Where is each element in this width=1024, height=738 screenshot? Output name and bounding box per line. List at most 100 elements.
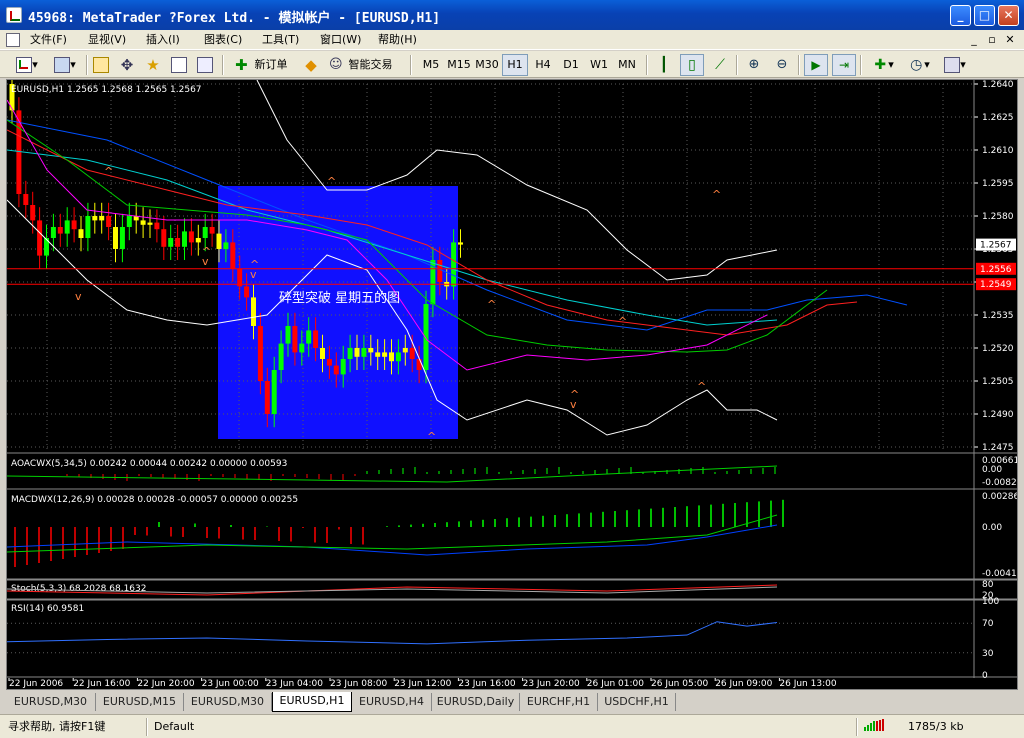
expert-advisors-button[interactable]: ☺ 智能交易: [326, 54, 402, 76]
chart-annotation: 碎型突破 星期五的图: [279, 290, 400, 306]
time-tick-label: 22 Jun 16:00: [73, 679, 130, 689]
menu-help[interactable]: 帮助(H): [376, 32, 419, 48]
candle-body: [368, 348, 374, 353]
profiles-button[interactable]: ▾: [48, 54, 82, 76]
app-icon[interactable]: [6, 7, 22, 23]
new-order-icon: ✚: [235, 56, 248, 74]
chart-window[interactable]: 1.26401.26251.26101.25951.25801.25651.25…: [6, 79, 1018, 690]
favorites-button[interactable]: ★: [142, 54, 164, 76]
menu-insert[interactable]: 插入(I): [144, 32, 182, 48]
candle-body: [209, 227, 215, 234]
price-tick-label: 1.2640: [982, 80, 1014, 90]
chart-shift-button[interactable]: ⇥: [832, 54, 856, 76]
indicators-button[interactable]: ✚ ▾: [866, 54, 900, 76]
periods-button[interactable]: ◷ ▾: [902, 54, 936, 76]
zoom-in-button[interactable]: ⊕: [742, 54, 766, 76]
candle-body: [92, 216, 98, 221]
price-tick-label: 1.2610: [982, 146, 1014, 156]
timeframe-d1[interactable]: D1: [558, 54, 584, 76]
tab-eurusd-daily[interactable]: EURUSD,Daily: [432, 693, 520, 711]
candle-body: [451, 242, 457, 287]
status-help-text: 寻求帮助, 请按F1键: [8, 720, 106, 733]
price-tag-label-2: 1.2549: [980, 280, 1012, 290]
chart-canvas[interactable]: 1.26401.26251.26101.25951.25801.25651.25…: [7, 80, 1017, 689]
aoac-label: AOACWX(5,34,5) 0.00242 0.00044 0.00242 0…: [11, 459, 287, 469]
tab-eurusd-m15[interactable]: EURUSD,M15: [96, 693, 184, 711]
clock-icon: ◷: [910, 57, 923, 73]
candle-body: [409, 348, 415, 359]
templates-button[interactable]: ▾: [938, 54, 972, 76]
candlestick-icon: ▯: [688, 57, 696, 73]
tab-eurusd-m30-2[interactable]: EURUSD,M30: [184, 693, 272, 711]
autotrading-button[interactable]: ◆: [300, 54, 322, 76]
line-chart-button[interactable]: ⟋: [708, 54, 732, 76]
auto-scroll-button[interactable]: ▶: [804, 54, 828, 76]
minimize-button[interactable]: _: [950, 5, 971, 26]
time-tick-label: 26 Jun 13:00: [779, 679, 836, 689]
document-icon[interactable]: [6, 33, 20, 47]
aoac-scale-mid: 0.00: [982, 465, 1002, 475]
menu-charts[interactable]: 图表(C): [202, 32, 244, 48]
timeframe-m30[interactable]: M30: [474, 54, 500, 76]
price-tick-label: 1.2475: [982, 443, 1014, 453]
fractal-arrow-icon: ^: [427, 430, 436, 443]
mdi-minimize-icon[interactable]: _: [966, 32, 982, 47]
candle-body: [119, 227, 125, 249]
title-bar[interactable]: 45968: MetaTrader ?Forex Ltd. - 模拟帐户 - […: [0, 0, 1024, 30]
terminal-icon: [171, 57, 187, 73]
tab-eurusd-h4[interactable]: EURUSD,H4: [352, 693, 432, 711]
tab-usdchf-h1[interactable]: USDCHF,H1: [598, 693, 676, 711]
candle-body: [99, 216, 105, 221]
timeframe-w1[interactable]: W1: [586, 54, 612, 76]
tab-eurchf-h1[interactable]: EURCHF,H1: [520, 693, 598, 711]
candle-body: [64, 220, 70, 234]
new-order-button[interactable]: ✚ 新订单: [232, 54, 296, 76]
bar-chart-button[interactable]: ┃: [652, 54, 676, 76]
time-tick-label: 22 Jun 2006: [9, 679, 63, 689]
navigator-button[interactable]: ✥: [116, 54, 138, 76]
candle-body: [278, 343, 284, 370]
menu-bar: 文件(F) 显视(V) 插入(I) 图表(C) 工具(T) 窗口(W) 帮助(H…: [0, 30, 1024, 50]
tab-eurusd-h1[interactable]: EURUSD,H1: [272, 692, 352, 712]
maximize-button[interactable]: □: [974, 5, 995, 26]
candle-body: [202, 227, 208, 238]
tab-eurusd-m30[interactable]: EURUSD,M30: [6, 693, 96, 711]
zoom-out-button[interactable]: ⊖: [770, 54, 794, 76]
timeframe-h4[interactable]: H4: [530, 54, 556, 76]
candle-body: [244, 286, 250, 298]
candle-body: [458, 242, 463, 245]
mdi-restore-icon[interactable]: ▫: [984, 32, 1000, 47]
symbol-header: EURUSD,H1 1.2565 1.2568 1.2565 1.2567: [11, 85, 202, 95]
zoom-out-icon: ⊖: [776, 57, 788, 72]
fractal-arrow-icon: ^: [327, 175, 336, 188]
time-tick-label: 26 Jun 01:00: [587, 679, 644, 689]
chart-background: [7, 80, 1017, 689]
fractal-arrow-icon: ^: [712, 188, 721, 201]
close-button[interactable]: ✕: [998, 5, 1019, 26]
candle-body: [223, 242, 229, 249]
timeframe-m15[interactable]: M15: [446, 54, 472, 76]
candle-body: [161, 229, 167, 247]
menu-window[interactable]: 窗口(W): [318, 32, 363, 48]
new-chart-button[interactable]: ▾: [10, 54, 44, 76]
terminal-button[interactable]: [168, 54, 190, 76]
magnifier-page-icon: [197, 57, 213, 73]
tester-button[interactable]: [194, 54, 216, 76]
candle-body: [78, 229, 84, 238]
candle-body: [57, 227, 63, 234]
menu-view[interactable]: 显视(V): [86, 32, 128, 48]
fractal-arrow-icon: ^: [618, 315, 627, 328]
menu-tools[interactable]: 工具(T): [260, 32, 301, 48]
timeframe-mn[interactable]: MN: [614, 54, 640, 76]
market-watch-button[interactable]: [90, 54, 112, 76]
menu-file[interactable]: 文件(F): [28, 32, 69, 48]
timeframe-m5[interactable]: M5: [418, 54, 444, 76]
candlestick-button[interactable]: ▯: [680, 54, 704, 76]
time-tick-label: 26 Jun 09:00: [715, 679, 772, 689]
candle-body: [257, 326, 263, 381]
crosshair-move-icon: ✥: [120, 56, 134, 74]
mdi-close-icon[interactable]: ✕: [1002, 32, 1018, 47]
candle-body: [354, 348, 360, 357]
fractal-arrow-icon: v: [202, 255, 209, 268]
timeframe-h1[interactable]: H1: [502, 54, 528, 76]
